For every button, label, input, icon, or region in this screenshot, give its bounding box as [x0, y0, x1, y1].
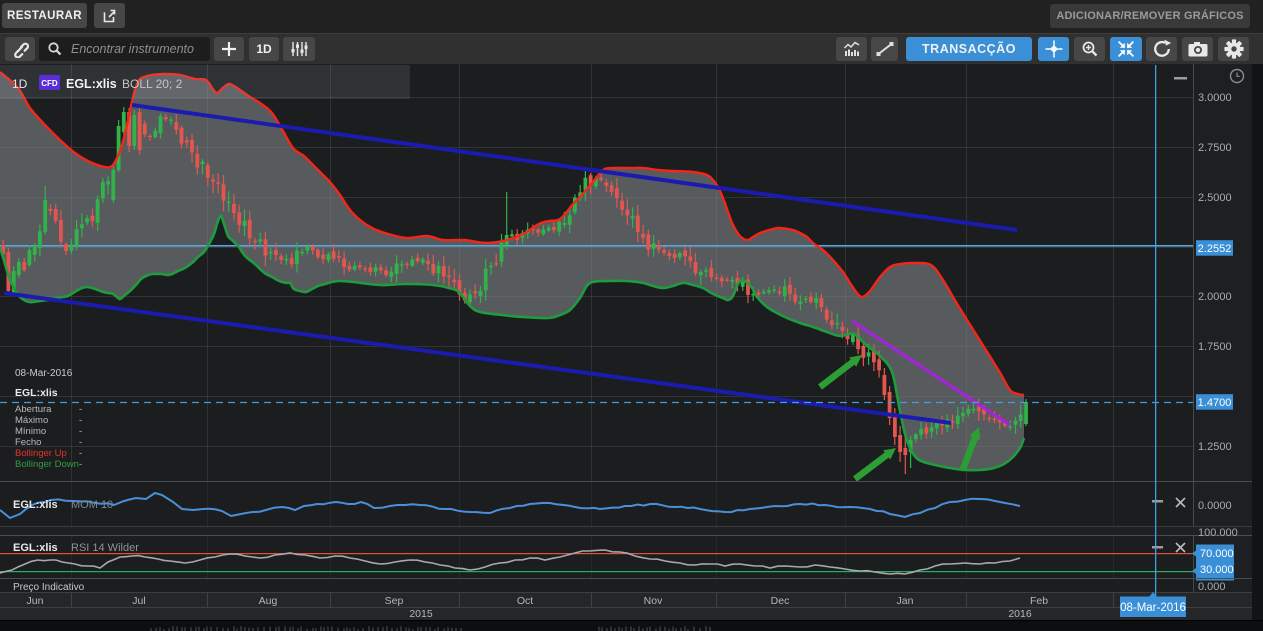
- svg-text:3.0000: 3.0000: [1198, 92, 1232, 104]
- svg-text:1.2500: 1.2500: [1198, 441, 1232, 453]
- svg-text:2.2552: 2.2552: [1198, 243, 1232, 255]
- svg-text:08-Mar-2016: 08-Mar-2016: [1120, 602, 1186, 614]
- svg-text:0.0000: 0.0000: [1198, 500, 1232, 512]
- svg-text:Máximo: Máximo: [15, 415, 48, 426]
- svg-text:Aug: Aug: [259, 595, 278, 607]
- svg-text:08-Mar-2016: 08-Mar-2016: [15, 368, 73, 379]
- svg-text:1.7500: 1.7500: [1198, 341, 1232, 353]
- svg-text:EGL:xlis: EGL:xlis: [13, 499, 58, 511]
- svg-text:100.000: 100.000: [1198, 527, 1238, 539]
- svg-text:Jul: Jul: [132, 595, 145, 607]
- svg-text:Jan: Jan: [897, 595, 914, 607]
- svg-text:EGL:xlis: EGL:xlis: [66, 77, 117, 91]
- svg-text:EGL:xlis: EGL:xlis: [15, 387, 58, 399]
- svg-text:-: -: [79, 426, 82, 437]
- svg-text:Fecho: Fecho: [15, 437, 41, 448]
- svg-text:2.0000: 2.0000: [1198, 291, 1232, 303]
- svg-text:Preço Indicativo: Preço Indicativo: [13, 582, 85, 593]
- svg-text:CFD: CFD: [41, 79, 58, 88]
- svg-text:0.000: 0.000: [1198, 581, 1226, 593]
- svg-text:-: -: [79, 415, 82, 426]
- svg-text:2016: 2016: [1008, 608, 1032, 620]
- svg-text:-: -: [79, 437, 82, 448]
- svg-text:Dec: Dec: [771, 595, 790, 607]
- svg-text:Oct: Oct: [517, 595, 533, 607]
- svg-text:-: -: [79, 459, 82, 470]
- svg-text:Nov: Nov: [644, 595, 663, 607]
- svg-text:1D: 1D: [12, 77, 28, 91]
- svg-text:Sep: Sep: [385, 595, 404, 607]
- svg-text:2.5000: 2.5000: [1198, 192, 1232, 204]
- svg-text:-: -: [79, 448, 82, 459]
- svg-text:BOLL 20; 2: BOLL 20; 2: [122, 77, 183, 91]
- svg-text:EGL:xlis: EGL:xlis: [13, 542, 58, 554]
- svg-text:70.000: 70.000: [1200, 548, 1234, 560]
- svg-text:Bollinger Down: Bollinger Down: [15, 459, 79, 470]
- svg-text:30.000: 30.000: [1200, 564, 1234, 576]
- svg-text:1.4700: 1.4700: [1198, 397, 1232, 409]
- svg-text:Jun: Jun: [27, 595, 44, 607]
- svg-text:MOM 10: MOM 10: [71, 499, 113, 511]
- svg-text:Feb: Feb: [1030, 595, 1048, 607]
- svg-text:Bollinger Up: Bollinger Up: [15, 448, 67, 459]
- svg-text:2015: 2015: [409, 608, 433, 620]
- svg-text:Mínimo: Mínimo: [15, 426, 46, 437]
- svg-text:RSI 14 Wilder: RSI 14 Wilder: [71, 542, 139, 554]
- svg-text:-: -: [79, 404, 82, 415]
- svg-text:Abertura: Abertura: [15, 404, 52, 415]
- svg-text:2.7500: 2.7500: [1198, 142, 1232, 154]
